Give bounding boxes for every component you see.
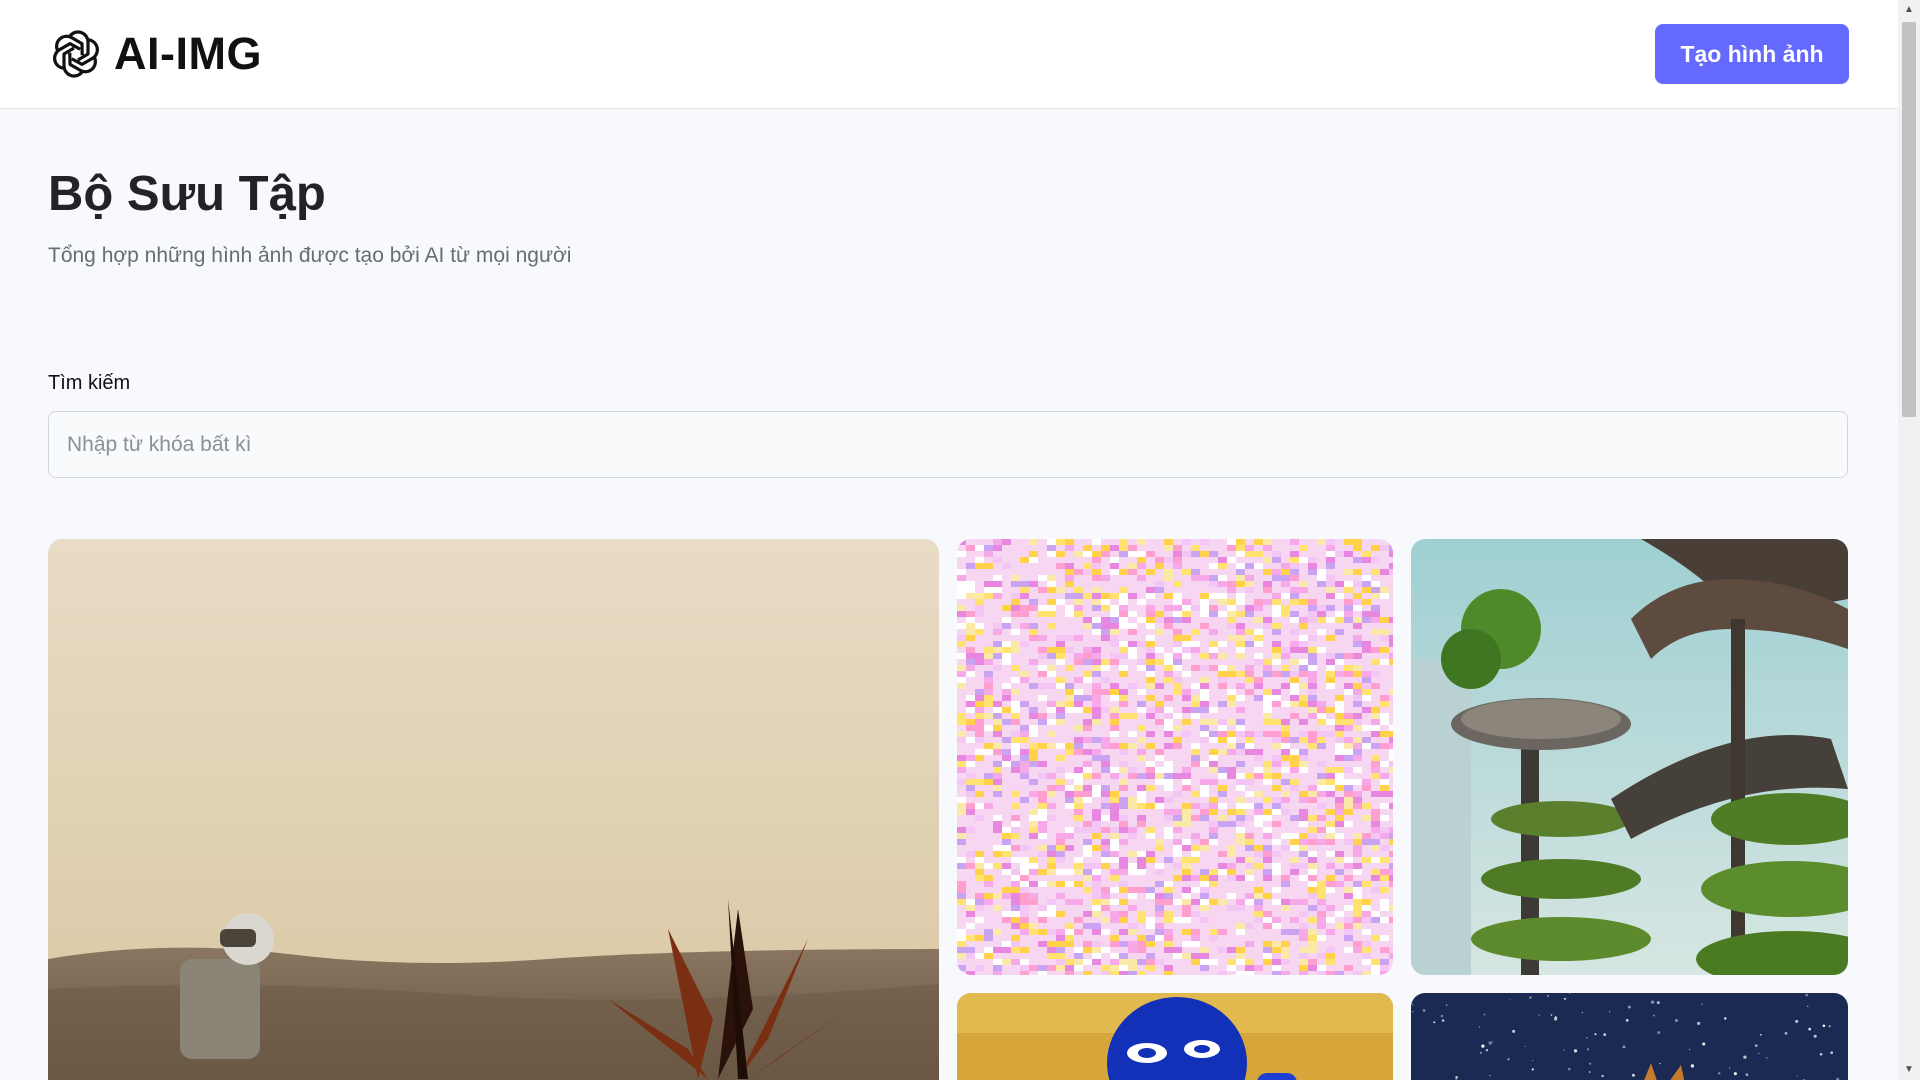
top-nav: AI-IMG Tạo hình ảnh [0, 0, 1898, 109]
create-image-button[interactable]: Tạo hình ảnh [1655, 24, 1849, 84]
colorful-pixel-noise-image [957, 539, 1393, 975]
night-sky-stars-image [1411, 993, 1848, 1080]
gallery-card-blue-mask[interactable] [957, 993, 1393, 1080]
search-input[interactable] [48, 411, 1848, 478]
futuristic-green-towers-image [1411, 539, 1848, 975]
gallery-card-pixel-noise[interactable] [957, 539, 1393, 975]
search-label: Tìm kiếm [48, 372, 131, 394]
blue-mask-yellow-background-image [957, 993, 1393, 1080]
gallery-card-night-sky[interactable] [1411, 993, 1848, 1080]
page-title: Bộ Sưu Tập [48, 167, 326, 221]
logo-text: AI-IMG [114, 28, 262, 79]
scroll-thumb[interactable] [1902, 22, 1916, 417]
gallery-card-astronaut[interactable] [48, 539, 939, 1080]
scroll-up-icon[interactable]: ▲ [1898, 0, 1920, 20]
page-subtitle: Tổng hợp những hình ảnh được tạo bởi AI … [48, 244, 572, 267]
openai-knot-icon [53, 30, 99, 78]
scrollbar[interactable]: ▲ ▼ [1898, 0, 1920, 1080]
logo[interactable]: AI-IMG [48, 26, 262, 82]
scroll-down-icon[interactable]: ▼ [1898, 1060, 1920, 1080]
astronaut-desert-plant-image [48, 539, 939, 1080]
gallery-card-towers[interactable] [1411, 539, 1848, 975]
